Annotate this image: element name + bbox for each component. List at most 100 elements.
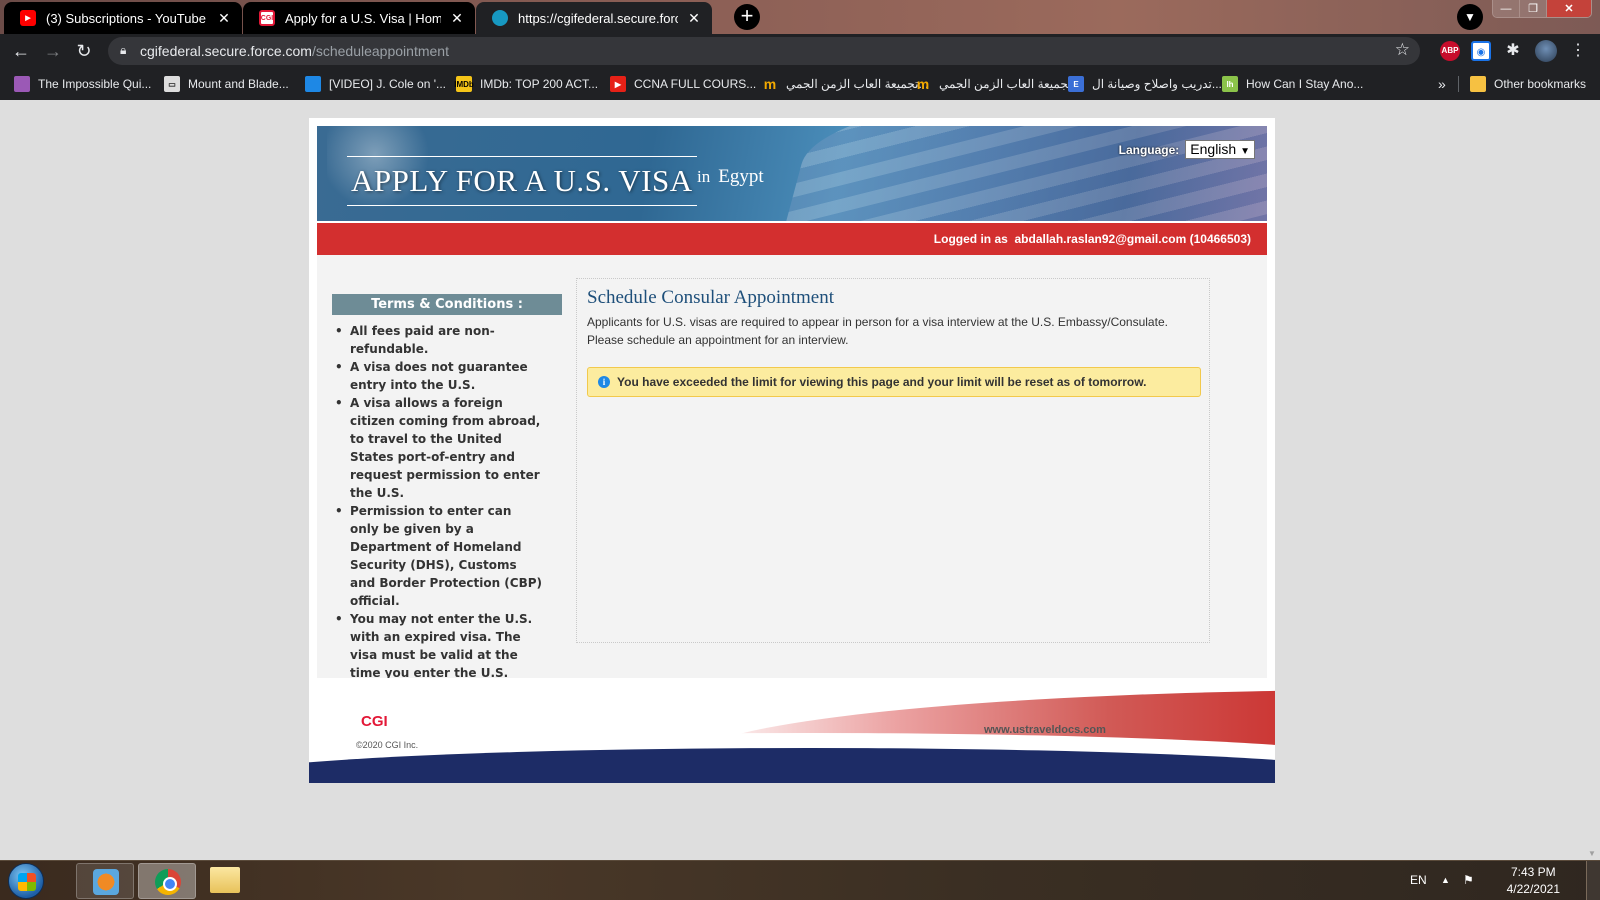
bookmark-label: تدريب واصلاح وصيانة ال... xyxy=(1092,77,1222,91)
window-controls: — ❐ ✕ xyxy=(1492,0,1592,18)
bookmark-label: The Impossible Qui... xyxy=(38,77,152,91)
system-clock[interactable]: 7:43 PM 4/22/2021 xyxy=(1507,864,1560,898)
alert-message: You have exceeded the limit for viewing … xyxy=(617,375,1147,389)
url-host: cgifederal.secure.force.com xyxy=(140,43,312,59)
url-text: cgifederal.secure.force.com/scheduleappo… xyxy=(140,43,449,59)
bookmark-label: [VIDEO] J. Cole on '... xyxy=(329,77,446,91)
page-title: APPLY FOR A U.S. VISA xyxy=(347,156,697,206)
scroll-down-arrow-icon[interactable]: ▼ xyxy=(1588,849,1596,858)
show-hidden-icons[interactable]: ▲ xyxy=(1441,875,1450,885)
bookmark-item[interactable]: mتجميعة العاب الزمن الجمي... xyxy=(762,75,929,93)
vertical-scrollbar[interactable]: ▼ xyxy=(1584,100,1600,860)
m-icon: m xyxy=(763,76,777,92)
language-selected: English xyxy=(1190,141,1237,157)
tab-search-icon[interactable]: ▼ xyxy=(1457,4,1483,30)
media-player-icon xyxy=(93,869,119,895)
cgi-icon: CGI xyxy=(259,10,275,26)
action-center-flag-icon[interactable]: ⚑ xyxy=(1463,873,1474,887)
bookmark-star-icon[interactable]: ☆ xyxy=(1395,40,1410,60)
other-bookmarks-label: Other bookmarks xyxy=(1494,77,1587,91)
terms-heading: Terms & Conditions : xyxy=(332,294,562,315)
terms-item: You may not enter the U.S. with an expir… xyxy=(332,610,562,682)
youtube-icon: ▶ xyxy=(610,76,626,92)
terms-item: Permission to enter can only be given by… xyxy=(332,502,562,610)
adblock-plus-icon[interactable]: ABP xyxy=(1440,41,1460,61)
computer-icon: ▭ xyxy=(164,76,180,92)
reload-button[interactable]: ↻ xyxy=(72,39,96,63)
bookmark-item[interactable]: [VIDEO] J. Cole on '... xyxy=(305,75,446,93)
maximize-button[interactable]: ❐ xyxy=(1520,0,1547,17)
chevron-down-icon: ▼ xyxy=(1240,146,1250,157)
taskbar-chrome[interactable] xyxy=(138,863,196,899)
terms-item: A visa allows a foreign citizen coming f… xyxy=(332,394,562,502)
close-tab-icon[interactable]: ✕ xyxy=(686,10,702,27)
show-desktop-button[interactable] xyxy=(1586,861,1600,900)
tab-title: Apply for a U.S. Visa | Home - Eg xyxy=(285,10,441,26)
bookmark-item[interactable]: m تجميعة العاب الزمن الجمي... xyxy=(915,75,1082,93)
clock-time: 7:43 PM xyxy=(1510,865,1556,879)
minimize-button[interactable]: — xyxy=(1493,0,1520,17)
clock-date: 4/22/2021 xyxy=(1506,882,1560,896)
in-label: in xyxy=(697,167,711,186)
language-label: Language: xyxy=(1118,142,1180,157)
forward-button[interactable]: → xyxy=(41,39,65,63)
tab-youtube[interactable]: ▶ (3) Subscriptions - YouTube ✕ xyxy=(4,2,242,34)
header-banner: APPLY FOR A U.S. VISA in Egypt Language: … xyxy=(317,126,1267,221)
close-tab-icon[interactable]: ✕ xyxy=(216,10,232,27)
bookmark-item[interactable]: ▭ Mount and Blade... xyxy=(164,75,289,93)
tab-title: https://cgifederal.secure.force.co xyxy=(518,10,678,26)
logged-in-label: Logged in as xyxy=(933,232,1008,246)
language-select[interactable]: English ▼ xyxy=(1185,140,1255,159)
youtube-icon: ▶ xyxy=(20,10,36,26)
browser-toolbar: ← → ↻ 🔒︎ cgifederal.secure.force.com/sch… xyxy=(0,34,1600,68)
cgi-logo: CGI xyxy=(361,713,388,730)
bookmark-item[interactable]: ▶ CCNA FULL COURS... xyxy=(610,75,756,93)
copyright: ©2020 CGI Inc. xyxy=(356,740,419,750)
bookmark-label: IMDb: TOP 200 ACT... xyxy=(480,77,599,91)
country-name: Egypt xyxy=(718,166,764,187)
user-email: abdallah.raslan92@gmail.com xyxy=(1014,232,1187,246)
bookmarks-overflow-button[interactable]: » xyxy=(1438,75,1446,93)
bookmark-label: تجميعة العاب الزمن الجمي... xyxy=(786,77,929,91)
back-button[interactable]: ← xyxy=(9,39,33,63)
explorer-folder-icon[interactable] xyxy=(210,867,240,893)
start-button[interactable] xyxy=(8,863,44,899)
page-container: APPLY FOR A U.S. VISA in Egypt Language: … xyxy=(309,118,1275,783)
taskbar-media-player[interactable] xyxy=(76,863,134,899)
lh-icon: lh xyxy=(1222,76,1238,92)
user-id: (10466503) xyxy=(1189,232,1251,246)
other-bookmarks[interactable]: Other bookmarks xyxy=(1470,75,1586,93)
chrome-icon xyxy=(155,869,181,895)
m-icon: m xyxy=(916,76,930,92)
bookmark-item[interactable]: E تدريب واصلاح وصيانة ال... xyxy=(1068,75,1222,93)
extensions-puzzle-icon[interactable]: ✱ xyxy=(1503,41,1523,61)
bookmark-item[interactable]: IMDb IMDb: TOP 200 ACT... xyxy=(454,75,599,93)
close-window-button[interactable]: ✕ xyxy=(1547,0,1591,17)
tab-schedule-appointment[interactable]: https://cgifederal.secure.force.co ✕ xyxy=(476,2,712,34)
bookmark-item[interactable]: lh How Can I Stay Ano... xyxy=(1222,75,1363,93)
profile-avatar[interactable] xyxy=(1535,40,1557,62)
country-label: in Egypt xyxy=(697,166,764,188)
site-link[interactable]: www.ustraveldocs.com xyxy=(984,724,1106,736)
game-icon xyxy=(14,76,30,92)
video-icon xyxy=(305,76,321,92)
browser-tab-strip: ▶ (3) Subscriptions - YouTube ✕ CGI Appl… xyxy=(0,0,1600,34)
terms-item: A visa does not guarantee entry into the… xyxy=(332,358,562,394)
tab-apply-visa[interactable]: CGI Apply for a U.S. Visa | Home - Eg ✕ xyxy=(243,2,475,34)
screen-capture-icon[interactable]: ◉ xyxy=(1471,41,1491,61)
bookmark-label: تجميعة العاب الزمن الجمي... xyxy=(939,77,1081,91)
content-area: Terms & Conditions : All fees paid are n… xyxy=(317,255,1267,680)
e-icon: E xyxy=(1068,76,1084,92)
tab-title: (3) Subscriptions - YouTube xyxy=(46,10,206,26)
terms-sidebar: Terms & Conditions : All fees paid are n… xyxy=(332,294,562,682)
terms-item: All fees paid are non-refundable. xyxy=(332,322,562,358)
menu-kebab-icon[interactable]: ⋮ xyxy=(1568,41,1588,61)
close-tab-icon[interactable]: ✕ xyxy=(449,10,465,27)
section-description: Applicants for U.S. visas are required t… xyxy=(587,315,1168,347)
bookmark-item[interactable]: The Impossible Qui... xyxy=(14,75,151,93)
limit-alert: i You have exceeded the limit for viewin… xyxy=(587,367,1201,397)
folder-icon xyxy=(1470,76,1486,92)
new-tab-button[interactable]: + xyxy=(734,4,760,30)
address-bar[interactable]: 🔒︎ cgifederal.secure.force.com/schedulea… xyxy=(108,37,1420,65)
input-language[interactable]: EN xyxy=(1410,873,1427,887)
